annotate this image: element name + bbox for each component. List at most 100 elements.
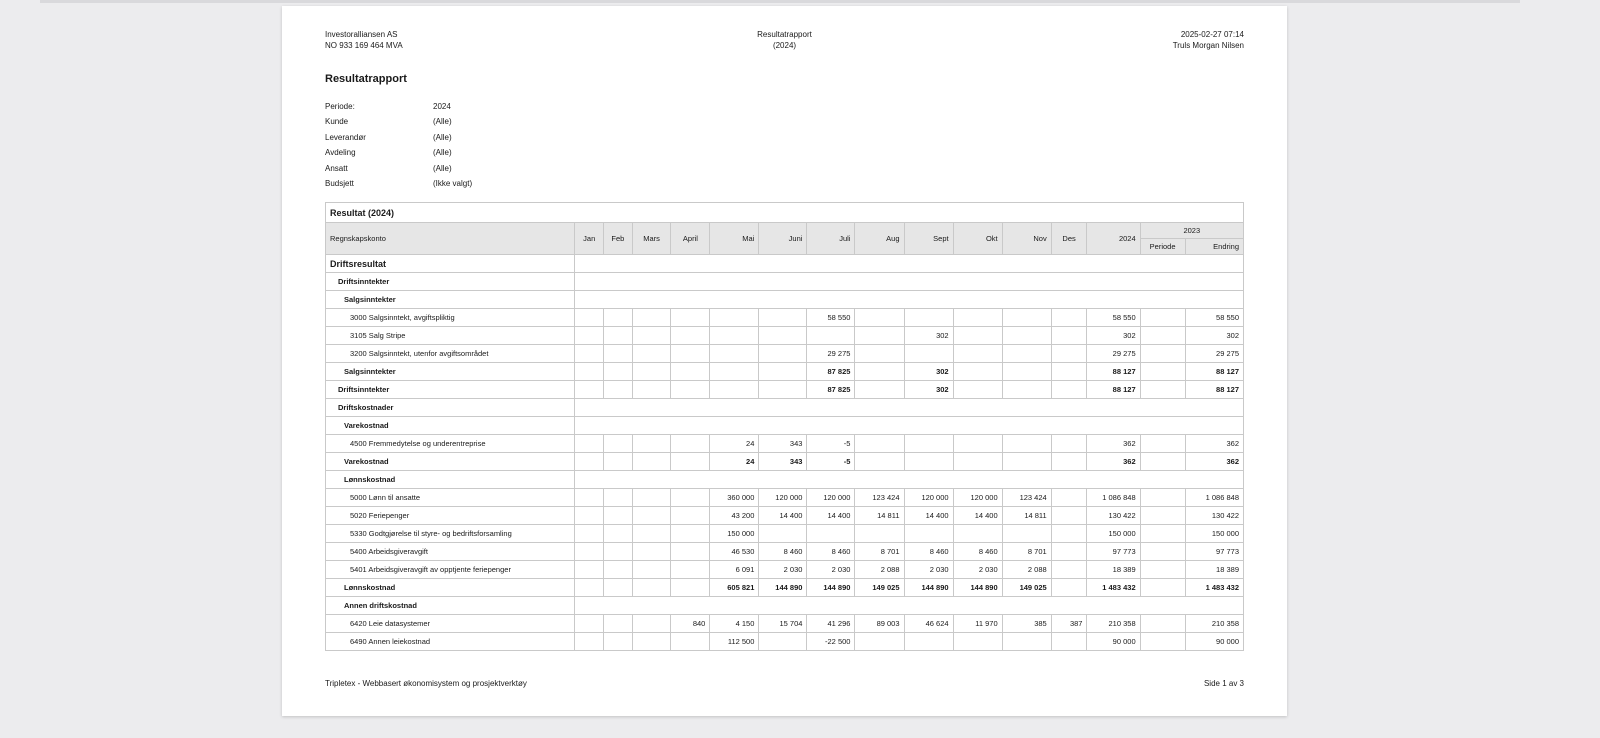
value-cell	[1050, 560, 1088, 579]
value-cell	[952, 632, 1003, 651]
value-cell	[952, 362, 1003, 381]
value-cell	[670, 560, 711, 579]
row-label: Driftsresultat	[324, 254, 576, 273]
value-cell: 302	[1086, 326, 1141, 345]
value-cell	[903, 452, 954, 471]
value-cell	[1050, 344, 1088, 363]
value-cell: 385	[1001, 614, 1052, 633]
row-label: Driftsinntekter	[324, 380, 576, 399]
value-cell	[952, 380, 1003, 399]
value-cell: 144 890	[952, 578, 1003, 597]
value-cell: 8 701	[854, 542, 905, 561]
param-value: (Alle)	[433, 132, 452, 142]
value-cell: 14 400	[903, 506, 954, 525]
value-cell: 97 773	[1086, 542, 1141, 561]
value-cell	[670, 362, 711, 381]
value-cell: 362	[1086, 452, 1141, 471]
value-cell: 88 127	[1184, 362, 1245, 381]
value-cell	[1001, 344, 1052, 363]
col-header-month: Juni	[758, 222, 808, 255]
value-cell: 14 400	[806, 506, 856, 525]
param-value: (Ikke valgt)	[433, 178, 473, 188]
value-cell: 8 460	[758, 542, 808, 561]
row-label: 6490 Annen leiekostnad	[324, 632, 576, 651]
value-cell: 210 358	[1184, 614, 1245, 633]
account-row: 5020 Feriepenger 43 200 14 400 14 400 14 811…	[324, 506, 1245, 525]
col-header-month: Mars	[631, 222, 672, 255]
value-cell	[952, 344, 1003, 363]
subtotal-row: Lønnskostnad 605 821 144 890 144 890 149 025…	[324, 578, 1245, 597]
value-cell	[574, 434, 605, 453]
report-name: Resultatrapport	[757, 30, 812, 39]
row-label: 3000 Salgsinntekt, avgiftspliktig	[324, 308, 576, 327]
value-cell	[952, 524, 1003, 543]
value-cell: 2 030	[903, 560, 954, 579]
value-cell: 88 127	[1184, 380, 1245, 399]
value-cell	[603, 506, 633, 525]
empty-cells	[574, 596, 1244, 615]
value-cell: 90 000	[1086, 632, 1141, 651]
col-header-year: 2024	[1086, 222, 1141, 255]
footer-text: Tripletex - Webbasert økonomisystem og p…	[325, 679, 527, 688]
value-cell	[631, 488, 672, 507]
col-header-account: Regnskapskonto	[324, 222, 576, 255]
value-cell	[603, 524, 633, 543]
value-cell	[1001, 524, 1052, 543]
value-cell: 362	[1184, 434, 1245, 453]
value-cell	[603, 452, 633, 471]
value-cell: 87 825	[806, 362, 856, 381]
value-cell: 362	[1184, 452, 1245, 471]
value-cell	[1050, 326, 1088, 345]
empty-cells	[574, 290, 1244, 309]
value-cell	[574, 542, 605, 561]
value-cell	[1139, 380, 1186, 399]
value-cell	[631, 524, 672, 543]
value-cell: -5	[806, 434, 856, 453]
value-cell	[1139, 344, 1186, 363]
group-row: Driftskostnader	[324, 398, 1244, 417]
value-cell	[1050, 506, 1088, 525]
value-cell: 840	[670, 614, 711, 633]
table-title: Resultat (2024)	[325, 202, 1244, 223]
report-year: (2024)	[772, 41, 797, 50]
value-cell	[603, 308, 633, 327]
col-header-month: Sept	[903, 222, 954, 255]
value-cell	[1139, 632, 1186, 651]
value-cell: 87 825	[806, 380, 856, 399]
account-row: 6420 Leie datasystemer 840 4 150 15 704 41 2…	[324, 614, 1245, 633]
row-label: 3200 Salgsinntekt, utenfor avgiftsområde…	[324, 344, 576, 363]
value-cell	[574, 524, 605, 543]
value-cell	[854, 632, 905, 651]
value-cell	[854, 524, 905, 543]
value-cell	[574, 578, 605, 597]
value-cell: -5	[806, 452, 856, 471]
value-cell: 130 422	[1086, 506, 1141, 525]
report-page: Investoralliansen AS NO 933 169 464 MVA …	[282, 6, 1287, 716]
value-cell: 1 483 432	[1086, 578, 1141, 597]
param-row: Avdeling (Alle)	[325, 145, 472, 160]
value-cell	[1139, 362, 1186, 381]
value-cell	[574, 614, 605, 633]
value-cell	[1050, 578, 1088, 597]
value-cell	[1139, 506, 1186, 525]
value-cell: 120 000	[903, 488, 954, 507]
value-cell: 89 003	[854, 614, 905, 633]
col-header-month: Feb	[603, 222, 633, 255]
value-cell	[1139, 578, 1186, 597]
value-cell	[603, 488, 633, 507]
col-header-month: Nov	[1001, 222, 1052, 255]
value-cell	[631, 578, 672, 597]
row-label: 5401 Arbeidsgiveravgift av opptjente fer…	[324, 560, 576, 579]
param-row: Kunde (Alle)	[325, 114, 472, 129]
value-cell	[1050, 524, 1088, 543]
value-cell: 302	[903, 362, 954, 381]
value-cell: 14 400	[758, 506, 808, 525]
value-cell	[631, 434, 672, 453]
row-label: Salgsinntekter	[324, 362, 576, 381]
row-label: Lønnskostnad	[324, 578, 576, 597]
result-table: Resultat (2024) Regnskapskonto Jan Feb Mars…	[324, 202, 1245, 651]
account-row: 6490 Annen leiekostnad 112 500 -22 500 90 0…	[324, 632, 1245, 651]
value-cell	[903, 344, 954, 363]
value-cell: 1 086 848	[1184, 488, 1245, 507]
value-cell	[670, 326, 711, 345]
